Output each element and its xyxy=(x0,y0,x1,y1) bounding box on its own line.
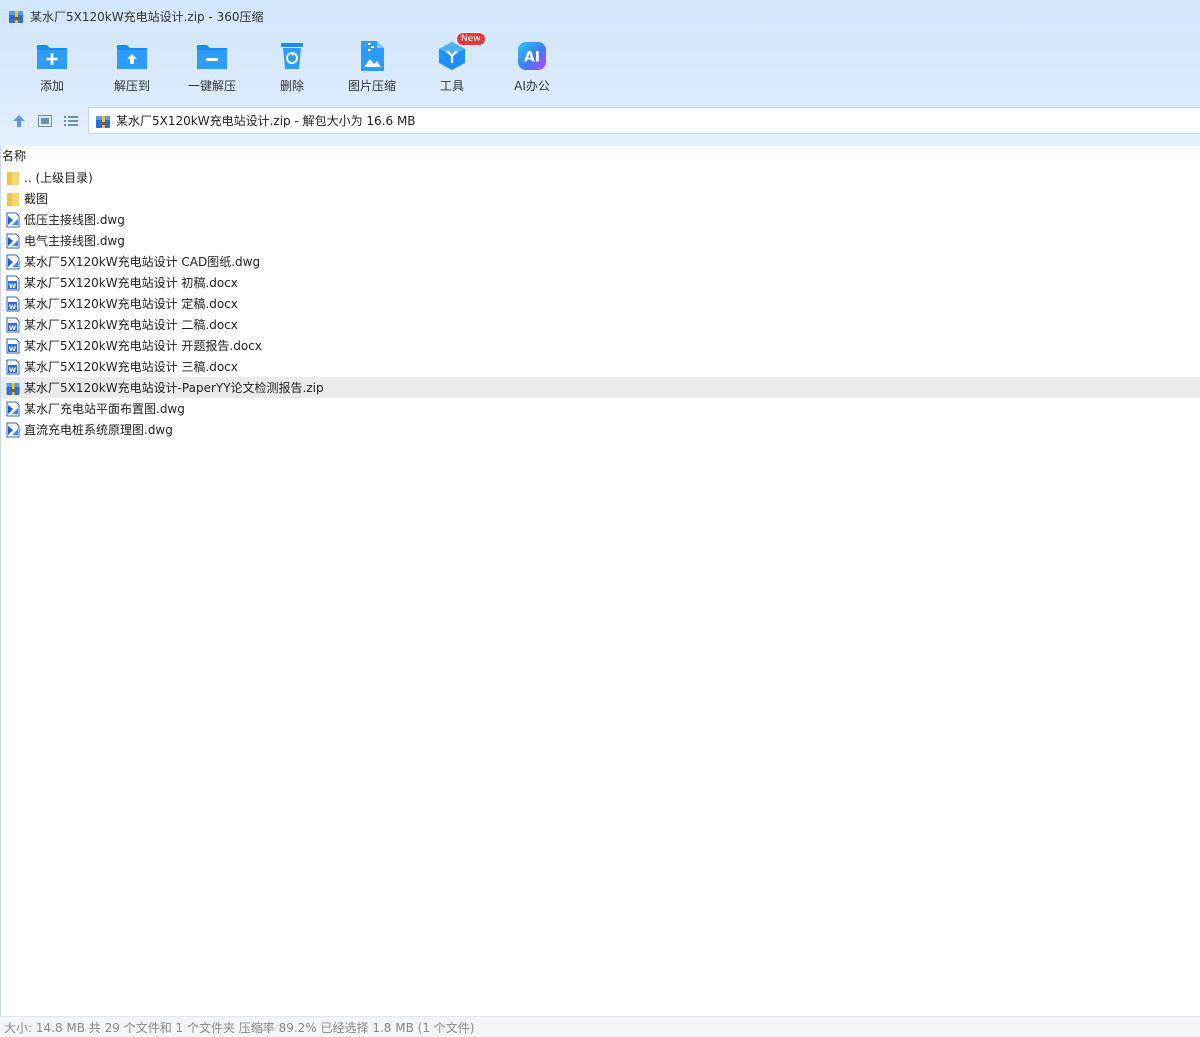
svg-text:W: W xyxy=(9,365,16,373)
word-document-icon: W xyxy=(6,275,20,290)
file-name: 某水厂5X120kW充电站设计 二稿.docx xyxy=(24,318,238,332)
svg-text:W: W xyxy=(9,344,16,352)
list-view-button[interactable] xyxy=(58,108,84,134)
app-header: 某水厂5X120kW充电站设计.zip - 360压缩 添加 解压到 一键解压 … xyxy=(0,0,1200,146)
file-name: 截图 xyxy=(24,192,49,206)
file-row[interactable]: 某水厂充电站平面布置图.dwg xyxy=(1,398,1200,419)
arrow-up-icon xyxy=(13,115,25,127)
column-header-name[interactable]: 名称 xyxy=(1,146,1200,164)
file-row[interactable]: W 某水厂5X120kW充电站设计 三稿.docx xyxy=(1,356,1200,377)
dwg-file-icon xyxy=(6,422,20,437)
archive-icon xyxy=(6,382,20,395)
file-row[interactable]: 某水厂5X120kW充电站设计 CAD图纸.dwg xyxy=(1,251,1200,272)
folder-row[interactable]: 截图 xyxy=(1,188,1200,209)
file-name: 某水厂5X120kW充电站设计 定稿.docx xyxy=(24,297,238,311)
dwg-file-icon xyxy=(6,254,20,269)
tools-button[interactable]: New 工具 xyxy=(412,32,492,98)
address-text: 某水厂5X120kW充电站设计.zip - 解包大小为 16.6 MB xyxy=(116,114,416,128)
image-compress-button[interactable]: 图片压缩 xyxy=(332,38,412,98)
file-name: .. (上级目录) xyxy=(24,171,93,185)
svg-text:W: W xyxy=(9,302,16,310)
archive-icon xyxy=(9,11,23,23)
list-view-icon xyxy=(64,116,78,126)
file-name: 某水厂5X120kW充电站设计-PaperYY论文检测报告.zip xyxy=(24,381,324,395)
file-name: 某水厂5X120kW充电站设计 初稿.docx xyxy=(24,276,238,290)
extract-to-button[interactable]: 解压到 xyxy=(92,38,172,98)
svg-text:AI: AI xyxy=(524,50,540,66)
delete-button[interactable]: 删除 xyxy=(252,38,332,98)
file-row[interactable]: W 某水厂5X120kW充电站设计 开题报告.docx xyxy=(1,335,1200,356)
svg-text:W: W xyxy=(9,281,16,289)
thumbnail-view-icon xyxy=(38,115,52,127)
file-name: 某水厂5X120kW充电站设计 三稿.docx xyxy=(24,360,238,374)
file-row[interactable]: 直流充电桩系统原理图.dwg xyxy=(1,419,1200,440)
add-folder-icon xyxy=(37,45,67,69)
file-name: 电气主接线图.dwg xyxy=(24,234,125,248)
address-bar[interactable]: 某水厂5X120kW充电站设计.zip - 解包大小为 16.6 MB xyxy=(88,107,1200,134)
svg-text:W: W xyxy=(9,323,16,331)
thumbnail-view-button[interactable] xyxy=(32,108,58,134)
archive-icon xyxy=(96,115,110,128)
file-row[interactable]: 低压主接线图.dwg xyxy=(1,209,1200,230)
folder-icon xyxy=(7,192,19,206)
dwg-file-icon xyxy=(6,233,20,248)
add-button[interactable]: 添加 xyxy=(12,38,92,98)
one-click-extract-icon xyxy=(197,45,227,69)
word-document-icon: W xyxy=(6,359,20,374)
file-row[interactable]: W 某水厂5X120kW充电站设计 初稿.docx xyxy=(1,272,1200,293)
address-row: 某水厂5X120kW充电站设计.zip - 解包大小为 16.6 MB xyxy=(0,106,1200,136)
file-row[interactable]: W 某水厂5X120kW充电站设计 定稿.docx xyxy=(1,293,1200,314)
trash-icon xyxy=(281,43,303,69)
word-document-icon: W xyxy=(6,296,20,311)
file-name: 某水厂5X120kW充电站设计 开题报告.docx xyxy=(24,339,262,353)
word-document-icon: W xyxy=(6,317,20,332)
title-bar: 某水厂5X120kW充电站设计.zip - 360压缩 xyxy=(0,0,1200,32)
window-title: 某水厂5X120kW充电站设计.zip - 360压缩 xyxy=(30,9,264,24)
main-toolbar: 添加 解压到 一键解压 删除 图片压缩 New 工具 AI AI办公 xyxy=(12,32,572,98)
file-row[interactable]: 某水厂5X120kW充电站设计-PaperYY论文检测报告.zip xyxy=(1,377,1200,398)
file-row[interactable]: 电气主接线图.dwg xyxy=(1,230,1200,251)
file-name: 低压主接线图.dwg xyxy=(24,213,125,227)
file-list-panel: 名称 .. (上级目录) 截图低压主接线图.dwg 电气主接线图.dwg 某水厂5X1… xyxy=(0,146,1200,1016)
dwg-file-icon xyxy=(6,212,20,227)
image-compress-icon xyxy=(361,41,384,71)
new-badge: New xyxy=(456,32,486,46)
file-name: 直流充电桩系统原理图.dwg xyxy=(24,423,173,437)
ai-office-button[interactable]: AI AI办公 xyxy=(492,38,572,98)
status-text: 大小: 14.8 MB 共 29 个文件和 1 个文件夹 压缩率 89.2% 已… xyxy=(4,1020,475,1035)
file-name: 某水厂充电站平面布置图.dwg xyxy=(24,402,185,416)
up-level-button[interactable] xyxy=(6,108,32,134)
status-bar: 大小: 14.8 MB 共 29 个文件和 1 个文件夹 压缩率 89.2% 已… xyxy=(0,1016,1200,1037)
extract-to-icon xyxy=(117,45,147,69)
one-click-extract-button[interactable]: 一键解压 xyxy=(172,38,252,98)
word-document-icon: W xyxy=(6,338,20,353)
dwg-file-icon xyxy=(6,401,20,416)
ai-office-icon: AI xyxy=(518,42,546,70)
folder-row[interactable]: .. (上级目录) xyxy=(1,167,1200,188)
file-name: 某水厂5X120kW充电站设计 CAD图纸.dwg xyxy=(24,255,261,269)
folder-icon xyxy=(7,171,19,185)
file-list: .. (上级目录) 截图低压主接线图.dwg 电气主接线图.dwg 某水厂5X120k… xyxy=(1,167,1200,440)
file-row[interactable]: W 某水厂5X120kW充电站设计 二稿.docx xyxy=(1,314,1200,335)
